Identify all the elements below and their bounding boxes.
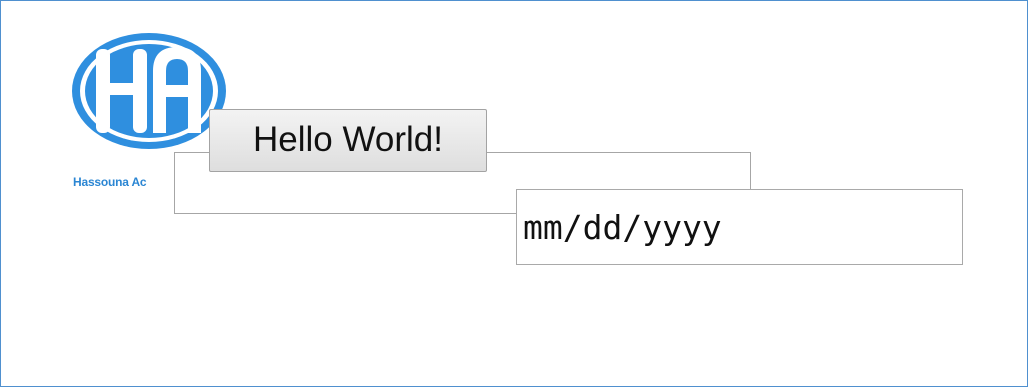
date-input[interactable] [516, 189, 963, 265]
page-frame: Hassouna Ac Hello World! [0, 0, 1028, 387]
hello-world-button[interactable]: Hello World! [209, 109, 487, 172]
logo-icon [71, 31, 231, 151]
